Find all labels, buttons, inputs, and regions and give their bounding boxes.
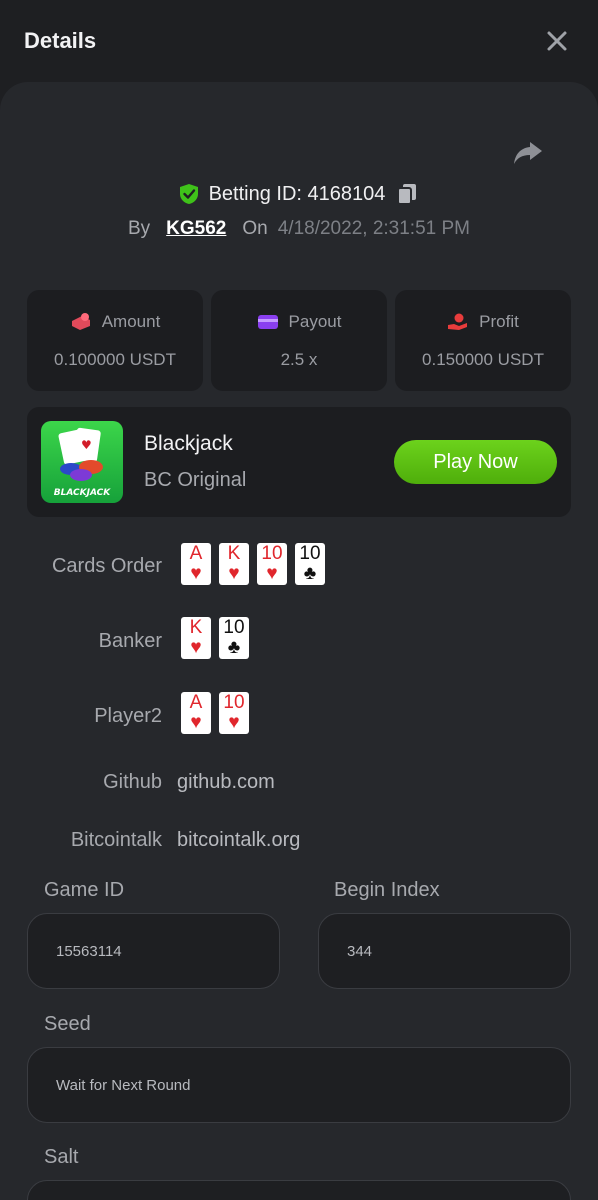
- seed-label: Seed: [44, 1013, 91, 1035]
- amount-icon: [71, 312, 90, 330]
- card-rank: A: [189, 692, 203, 713]
- banker-cards: K ♥ 10 ♣: [181, 617, 249, 659]
- playing-card: 10 ♣: [295, 543, 325, 585]
- stat-profit: Profit 0.150000 USDT: [395, 290, 571, 391]
- seed-field[interactable]: Wait for Next Round: [27, 1047, 571, 1123]
- playing-card: A ♥: [181, 543, 211, 585]
- playing-card: 10 ♥: [257, 543, 287, 585]
- stat-label: Profit: [479, 311, 519, 331]
- betting-id-row: Betting ID: 4168104: [0, 176, 598, 212]
- bet-meta-row: By KG562 On 4/18/2022, 2:31:51 PM: [0, 213, 598, 245]
- cards-order-label: Cards Order: [51, 555, 162, 577]
- card-rank: 10: [261, 543, 283, 564]
- copy-icon[interactable]: [395, 182, 419, 206]
- banker-label: Banker: [98, 630, 162, 652]
- bet-date: 4/18/2022, 2:31:51 PM: [277, 218, 470, 239]
- username-link[interactable]: KG562: [166, 218, 226, 240]
- betting-id: Betting ID: 4168104: [208, 182, 386, 205]
- by-label: By: [127, 218, 151, 239]
- playing-card: K ♥: [181, 617, 211, 659]
- heart-suit-icon: ♥: [266, 563, 278, 584]
- card-rank: 10: [223, 692, 245, 713]
- stat-value: 0.150000 USDT: [422, 349, 544, 369]
- salt-label: Salt: [44, 1146, 79, 1168]
- card-rank: 10: [223, 617, 245, 638]
- bitcointalk-link[interactable]: bitcointalk.org: [177, 829, 300, 852]
- heart-suit-icon: ♥: [190, 712, 202, 733]
- player2-label: Player2: [94, 705, 162, 727]
- game-provider: BC Original: [144, 469, 247, 491]
- heart-suit-icon: ♥: [190, 563, 202, 584]
- card-rank: K: [227, 543, 241, 564]
- stat-amount: Amount 0.100000 USDT: [27, 290, 203, 391]
- heart-suit-icon: ♥: [228, 712, 240, 733]
- top-bar: Details: [0, 0, 598, 82]
- club-suit-icon: ♣: [227, 637, 241, 658]
- playing-card: A ♥: [181, 692, 211, 734]
- stat-label: Payout: [288, 311, 342, 331]
- card-rank: 10: [299, 543, 321, 564]
- share-icon[interactable]: [512, 136, 544, 168]
- shield-check-icon: [179, 184, 198, 204]
- playing-card: 10 ♥: [219, 692, 249, 734]
- begin-index-label: Begin Index: [334, 879, 440, 901]
- stats-row: Amount 0.100000 USDT Payout 2.5 x Profit…: [27, 290, 571, 391]
- stat-label: Amount: [101, 311, 161, 331]
- heart-suit-icon: ♥: [228, 563, 240, 584]
- blackjack-thumbnail[interactable]: ♥ BLACKJACK: [41, 421, 123, 503]
- close-icon[interactable]: [543, 27, 571, 55]
- club-suit-icon: ♣: [303, 563, 317, 584]
- heart-suit-icon: ♥: [190, 637, 202, 658]
- game-name: Blackjack: [144, 432, 233, 455]
- stat-value: 0.100000 USDT: [54, 349, 176, 369]
- stat-value: 2.5 x: [280, 349, 318, 369]
- playing-card: 10 ♣: [219, 617, 249, 659]
- player2-cards: A ♥ 10 ♥: [181, 692, 249, 734]
- on-label: On: [242, 218, 268, 239]
- thumb-text: BLACKJACK: [54, 488, 112, 498]
- begin-index-field[interactable]: 344: [318, 913, 571, 989]
- wallet-icon: [257, 314, 278, 329]
- svg-text:♥: ♥: [81, 438, 92, 452]
- playing-card: K ♥: [219, 543, 249, 585]
- page-title: Details: [24, 28, 97, 53]
- bitcointalk-label: Bitcointalk: [70, 829, 162, 851]
- github-label: Github: [103, 771, 162, 793]
- github-link[interactable]: github.com: [177, 771, 275, 794]
- profit-hand-icon: [448, 313, 468, 330]
- play-now-button[interactable]: Play Now: [394, 440, 557, 484]
- cards-order-list: A ♥ K ♥ 10 ♥ 10 ♣: [181, 543, 325, 585]
- card-rank: K: [189, 617, 203, 638]
- salt-field[interactable]: [27, 1180, 571, 1200]
- game-card: ♥ BLACKJACK Blackjack BC Original Play N…: [27, 407, 571, 517]
- stat-payout: Payout 2.5 x: [211, 290, 387, 391]
- game-id-label: Game ID: [44, 879, 125, 901]
- card-rank: A: [189, 543, 203, 564]
- game-id-field[interactable]: 15563114: [27, 913, 280, 989]
